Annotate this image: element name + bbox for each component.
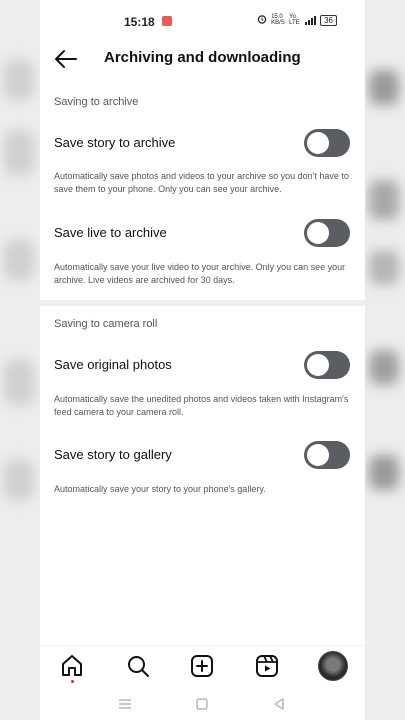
section-title-camera-roll: Saving to camera roll xyxy=(54,318,158,330)
save-story-gallery-label: Save story to gallery xyxy=(54,447,172,462)
save-story-archive-label: Save story to archive xyxy=(54,135,176,150)
back-button[interactable] xyxy=(52,48,80,70)
square-icon xyxy=(196,698,208,710)
home-system-button[interactable] xyxy=(193,696,211,712)
save-original-photos-label: Save original photos xyxy=(54,357,172,372)
notification-dot xyxy=(71,680,74,683)
section-title-archive: Saving to archive xyxy=(54,96,139,108)
system-navigation-bar xyxy=(40,688,365,720)
phone-screen: 15:18 15.0 KB/S Yo LTE 36 Archiving and … xyxy=(40,0,365,720)
save-original-photos-description: Automatically save the unedited photos a… xyxy=(54,394,349,417)
screen-record-icon xyxy=(162,16,172,26)
recent-apps-button[interactable] xyxy=(116,696,134,712)
section-divider xyxy=(40,300,365,306)
save-story-archive-toggle[interactable] xyxy=(304,129,350,157)
battery-indicator: 36 xyxy=(320,14,337,26)
profile-avatar[interactable] xyxy=(318,651,348,681)
back-system-button[interactable] xyxy=(270,696,288,712)
net-speed: 15.0 KB/S xyxy=(271,14,285,26)
page-title: Archiving and downloading xyxy=(104,49,301,66)
save-live-archive-toggle[interactable] xyxy=(304,219,350,247)
reels-button[interactable] xyxy=(253,652,281,680)
search-button[interactable] xyxy=(124,652,152,680)
save-live-archive-label: Save live to archive xyxy=(54,225,167,240)
toggle-knob xyxy=(307,222,329,244)
arrow-left-icon xyxy=(55,50,77,68)
network-type: Yo LTE xyxy=(289,14,300,26)
save-live-archive-description: Automatically save your live video to yo… xyxy=(54,262,346,285)
create-post-button[interactable] xyxy=(188,652,216,680)
background-right xyxy=(363,0,405,720)
background-left xyxy=(0,0,42,720)
bottom-navigation xyxy=(40,645,365,686)
create-post-icon xyxy=(191,655,213,677)
toggle-knob xyxy=(307,132,329,154)
triangle-back-icon xyxy=(274,698,284,710)
home-button[interactable] xyxy=(58,652,86,683)
save-story-gallery-description: Automatically save your story to your ph… xyxy=(54,484,266,494)
save-story-archive-description: Automatically save photos and videos to … xyxy=(54,171,349,194)
save-original-photos-toggle[interactable] xyxy=(304,351,350,379)
menu-lines-icon xyxy=(119,699,131,709)
status-time: 15:18 xyxy=(124,15,155,29)
search-icon xyxy=(128,656,149,677)
toggle-knob xyxy=(307,444,329,466)
toggle-knob xyxy=(307,354,329,376)
status-bar: 15:18 15.0 KB/S Yo LTE 36 xyxy=(40,0,365,42)
reels-icon xyxy=(256,655,278,677)
home-icon xyxy=(62,655,82,676)
signal-icon xyxy=(305,15,317,25)
save-story-gallery-toggle[interactable] xyxy=(304,441,350,469)
page-header: Archiving and downloading xyxy=(40,42,365,76)
alarm-icon xyxy=(257,14,267,26)
status-indicators: 15.0 KB/S Yo LTE 36 xyxy=(257,14,337,26)
